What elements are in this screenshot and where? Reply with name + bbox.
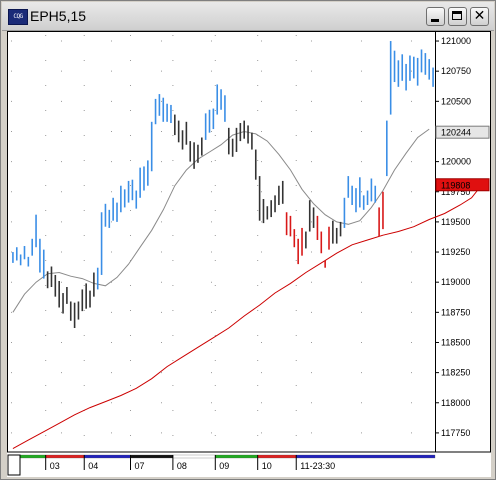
price-badge-label: 119808 (441, 180, 470, 190)
y-tick-label: 118000 (441, 398, 470, 408)
y-tick-label: 119000 (441, 277, 470, 287)
plot-border (7, 31, 491, 453)
price-badge-label: 120244 (441, 128, 471, 138)
y-tick-label: 121000 (441, 36, 471, 46)
chart-plot-area[interactable]: 1210001207501205001202501200001197501195… (7, 31, 491, 477)
minimize-button[interactable] (426, 7, 445, 26)
chart-window: CQG EPH5,15 ✕ 12100012075012050012025012… (0, 0, 496, 480)
close-button[interactable]: ✕ (470, 7, 489, 26)
session-color-strip (84, 454, 131, 459)
window-title: EPH5,15 (30, 8, 87, 24)
session-color-strip (172, 454, 216, 459)
x-tick-label: 10 (262, 461, 272, 471)
y-tick-label: 119250 (441, 247, 470, 257)
x-tick-label: 04 (88, 461, 98, 471)
session-color-strip (257, 454, 297, 459)
y-tick-label: 120750 (441, 66, 471, 76)
title-bar[interactable]: CQG EPH5,15 ✕ (2, 2, 494, 31)
y-tick-label: 118500 (441, 337, 470, 347)
close-icon: ✕ (473, 8, 486, 24)
moving-average-gray-line (12, 128, 430, 313)
x-tick-label: 03 (50, 461, 60, 471)
y-tick-label: 120000 (441, 157, 471, 167)
session-color-strip (296, 454, 436, 459)
x-tick-label: 08 (177, 461, 187, 471)
x-tick-label: 09 (219, 461, 229, 471)
x-tick-label: 07 (134, 461, 144, 471)
x-tick-label: 11-23:30 (300, 461, 335, 471)
maximize-icon (452, 11, 462, 20)
y-tick-label: 120500 (441, 96, 471, 106)
y-tick-label: 118750 (441, 307, 470, 317)
y-tick-label: 119500 (441, 217, 470, 227)
session-color-strip (215, 454, 258, 459)
session-color-strip (130, 454, 174, 459)
maximize-button[interactable] (448, 7, 467, 26)
price-chart[interactable]: 1210001207501205001202501200001197501195… (7, 31, 491, 477)
y-tick-label: 118250 (441, 368, 470, 378)
session-color-strip (45, 454, 85, 459)
minimize-icon (431, 19, 439, 22)
scroll-handle[interactable] (7, 454, 21, 476)
moving-average-red-line (12, 187, 480, 450)
y-tick-label: 117750 (441, 428, 470, 438)
app-logo-icon: CQG (8, 9, 28, 25)
